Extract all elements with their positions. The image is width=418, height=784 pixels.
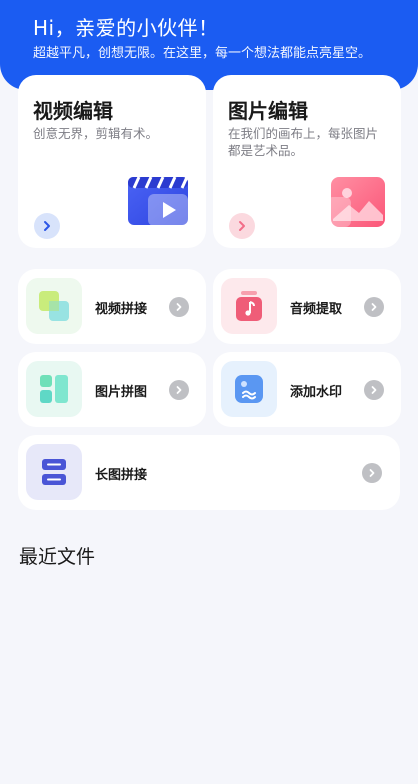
chevron-right-icon[interactable] bbox=[169, 380, 189, 400]
tool-video-merge-label: 视频拼接 bbox=[95, 302, 148, 317]
tool-video-merge[interactable]: 视频拼接 bbox=[18, 269, 206, 344]
watermark-icon bbox=[221, 361, 277, 417]
tool-long-image-stitch[interactable]: 长图拼接 bbox=[18, 435, 400, 510]
greeting-text: Hi，亲爱的小伙伴！ bbox=[33, 16, 219, 40]
image-icon bbox=[327, 177, 385, 227]
video-edit-desc: 创意无界，剪辑有术。 bbox=[33, 126, 159, 141]
recent-files-heading: 最近文件 bbox=[19, 546, 96, 568]
tool-watermark[interactable]: 添加水印 bbox=[213, 352, 401, 427]
tool-image-collage[interactable]: 图片拼图 bbox=[18, 352, 206, 427]
image-edit-title: 图片编辑 bbox=[228, 99, 308, 123]
image-edit-arrow-button[interactable] bbox=[229, 213, 255, 239]
tool-audio-extract-label: 音频提取 bbox=[290, 302, 343, 317]
image-edit-card[interactable]: 图片编辑 在我们的画布上，每张图片都是艺术品。 bbox=[213, 75, 401, 248]
chevron-right-icon[interactable] bbox=[364, 297, 384, 317]
chevron-right-icon bbox=[239, 221, 245, 231]
image-collage-icon bbox=[26, 361, 82, 417]
video-merge-icon bbox=[26, 278, 82, 334]
chevron-right-icon[interactable] bbox=[169, 297, 189, 317]
chevron-right-icon[interactable] bbox=[362, 463, 382, 483]
tool-audio-extract[interactable]: 音频提取 bbox=[213, 269, 401, 344]
image-edit-desc: 在我们的画布上，每张图片都是艺术品。 bbox=[228, 126, 379, 158]
tool-image-collage-label: 图片拼图 bbox=[95, 385, 148, 400]
audio-extract-icon bbox=[221, 278, 277, 334]
tool-long-image-stitch-label: 长图拼接 bbox=[95, 468, 148, 483]
video-clapper-icon bbox=[128, 176, 189, 226]
header-subtitle: 超越平凡，创想无限。在这里，每一个想法都能点亮星空。 bbox=[33, 46, 372, 61]
video-edit-card[interactable]: 视频编辑 创意无界，剪辑有术。 bbox=[18, 75, 206, 248]
video-edit-title: 视频编辑 bbox=[33, 99, 113, 123]
tool-watermark-label: 添加水印 bbox=[290, 385, 343, 400]
chevron-right-icon bbox=[44, 221, 50, 231]
video-edit-arrow-button[interactable] bbox=[34, 213, 60, 239]
long-image-stitch-icon bbox=[26, 444, 82, 500]
chevron-right-icon[interactable] bbox=[364, 380, 384, 400]
